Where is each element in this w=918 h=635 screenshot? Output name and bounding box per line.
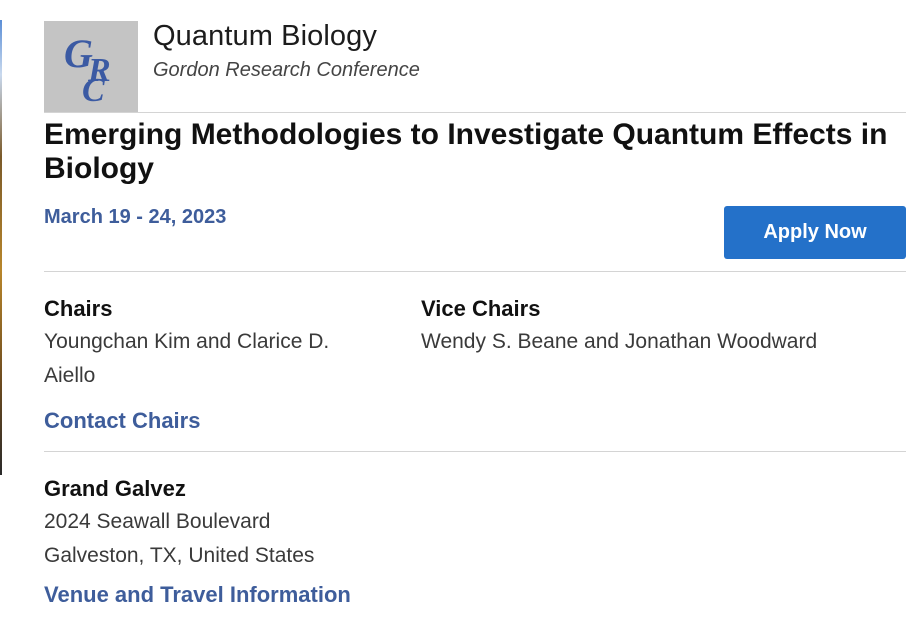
conference-subtitle: Gordon Research Conference xyxy=(153,59,420,81)
background-image-edge xyxy=(0,20,2,475)
divider xyxy=(44,451,906,452)
divider xyxy=(44,112,906,113)
vice-chairs-names: Wendy S. Beane and Jonathan Woodward xyxy=(421,330,818,353)
conference-page: G R C Quantum Biology Gordon Research Co… xyxy=(0,0,918,635)
conference-title: Quantum Biology xyxy=(153,20,377,52)
chairs-heading: Chairs xyxy=(44,296,113,321)
divider xyxy=(44,271,906,272)
venue-address-line-2: Galveston, TX, United States xyxy=(44,544,315,567)
conference-dates: March 19 - 24, 2023 xyxy=(44,206,227,228)
grc-logo: G R C xyxy=(44,21,138,112)
chairs-names-line-1: Youngchan Kim and Clarice D. xyxy=(44,330,330,353)
chairs-names-line-2: Aiello xyxy=(44,364,96,387)
venue-address-line-1: 2024 Seawall Boulevard xyxy=(44,510,271,533)
venue-travel-info-link[interactable]: Venue and Travel Information xyxy=(44,582,351,608)
apply-now-button[interactable]: Apply Now xyxy=(724,206,906,259)
grc-logo-mark: G R C xyxy=(64,31,111,109)
vice-chairs-heading: Vice Chairs xyxy=(421,296,541,321)
svg-text:C: C xyxy=(82,72,105,109)
venue-name: Grand Galvez xyxy=(44,476,186,501)
contact-chairs-link[interactable]: Contact Chairs xyxy=(44,408,200,434)
page-title: Emerging Methodologies to Investigate Qu… xyxy=(44,118,888,185)
